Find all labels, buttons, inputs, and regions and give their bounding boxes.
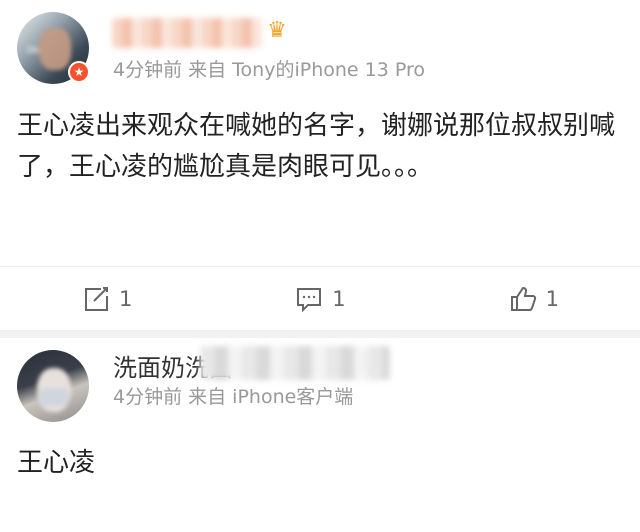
user-avatar[interactable]: [17, 350, 89, 422]
post-separator: [0, 330, 640, 338]
post-meta: 4分钟前 来自 iPhone客户端: [113, 386, 354, 408]
comment-icon: [297, 287, 322, 312]
post-content: 王心凌: [17, 448, 96, 478]
username-blurred[interactable]: [112, 18, 262, 48]
like-count: 1: [545, 286, 559, 311]
thumbs-up-icon: [510, 286, 536, 311]
share-count: 1: [118, 286, 133, 311]
username-blurred[interactable]: [200, 346, 390, 380]
post-content: 王心凌出来观众在喊她的名字，谢娜说那位叔叔别喊了，王心凌的尴尬真是肉眼可见。。。: [17, 111, 616, 182]
post-card: 洗面奶洗面 4分钟前 来自 iPhone客户端 王心凌: [0, 338, 640, 532]
post-card: Db ★ ♛ 4分钟前 来自 Tony的iPhone 13 Pro 王心凌出来观…: [0, 0, 640, 330]
comment-count: 1: [332, 286, 346, 311]
action-bar: 1 1 1: [0, 267, 640, 330]
share-icon: [84, 286, 108, 311]
like-button[interactable]: 1: [427, 267, 640, 330]
post-meta: 4分钟前 来自 Tony的iPhone 13 Pro: [113, 59, 425, 81]
share-button[interactable]: 1: [0, 267, 213, 330]
crown-icon: ♛: [267, 18, 287, 43]
verified-badge-icon: ★: [68, 61, 90, 83]
comment-button[interactable]: 1: [213, 267, 426, 330]
